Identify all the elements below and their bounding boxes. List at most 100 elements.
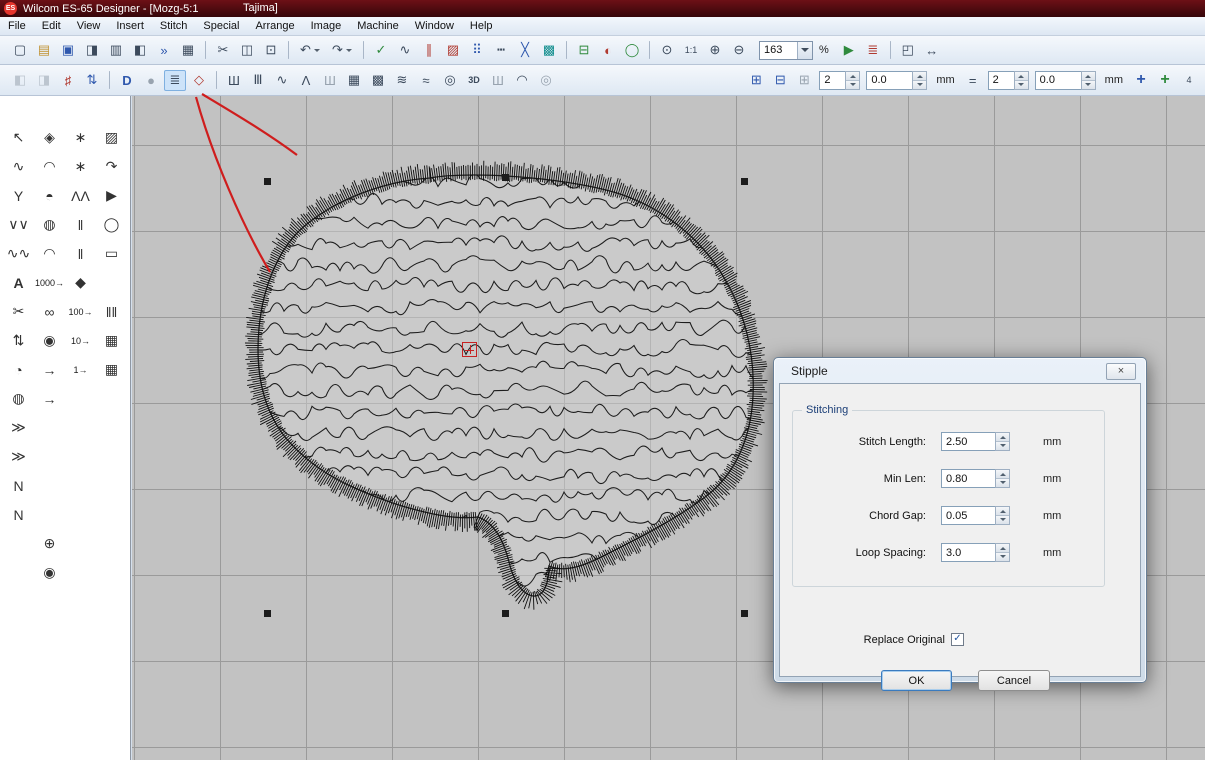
spin-down-button[interactable] [1082,81,1095,89]
flag-tool[interactable]: ▶ [96,181,127,210]
pan-tool-icon[interactable]: + [1130,70,1152,91]
next-object-icon[interactable]: ◨ [33,70,55,91]
measure-icon[interactable]: ↔ [921,40,943,61]
cancel-button[interactable]: Cancel [978,670,1050,691]
zipper-a-tool[interactable]: ≫ [3,413,34,442]
spin-up-button[interactable] [846,72,859,81]
resequence-icon[interactable]: ⇅ [81,70,103,91]
red-arrow-tool[interactable]: → [34,384,65,413]
dialog-titlebar[interactable]: Stipple × [774,358,1146,383]
grid-spacing-value[interactable]: 2 [819,71,845,90]
menu-item[interactable]: Arrange [247,17,302,36]
fill-stitch-icon[interactable]: ▨ [442,40,464,61]
cross-stitch-icon[interactable]: ╳ [514,40,536,61]
zoom-out-icon[interactable]: ⊖ [728,40,750,61]
pair-tool[interactable]: ∞ [34,297,65,326]
selection-handle[interactable] [741,178,748,185]
hoop-icon[interactable]: ◯ [621,40,643,61]
select-tool[interactable]: ↖ [3,123,34,152]
offset-icon[interactable]: = [962,70,984,91]
open-zigzag-tool[interactable]: ∨∨ [3,210,34,239]
ring-effect-icon[interactable]: ◎ [535,70,557,91]
menu-item[interactable]: File [0,17,34,36]
paste-icon[interactable]: ⊡ [260,40,282,61]
menu-item[interactable]: View [69,17,109,36]
guides-icon[interactable]: ⊞ [793,70,815,91]
zigzag-tool[interactable]: ΛΛ [65,181,96,210]
menu-item[interactable]: Edit [34,17,69,36]
spin-down-button[interactable] [996,442,1009,450]
design-playback-icon[interactable]: ▶ [838,40,860,61]
selection-handle[interactable] [264,178,271,185]
column-b-tool[interactable]: ‖ [65,239,96,268]
stitch-length-value[interactable]: 2.50 [941,432,995,451]
outline-stitch-icon[interactable]: ┅ [490,40,512,61]
rectangle-tool[interactable]: ▭ [96,239,127,268]
satin-stitch-icon[interactable]: ∥ [418,40,440,61]
zigzag-effect-icon[interactable]: Λ [295,70,317,91]
card-reader-icon[interactable]: ▦ [177,40,199,61]
ellipse-tool[interactable]: ◯ [96,210,127,239]
drawing-mode-icon[interactable]: D [116,70,138,91]
spin-down-button[interactable] [1015,81,1028,89]
dome-tool[interactable]: ◠ [34,152,65,181]
menu-item[interactable]: Insert [108,17,152,36]
save-icon[interactable]: ▣ [57,40,79,61]
selection-handle[interactable] [264,610,271,617]
spin-down-button[interactable] [996,516,1009,524]
fan-tool[interactable]: ◔ [3,355,34,384]
selection-handle[interactable] [502,610,509,617]
selection-handle[interactable] [502,174,509,181]
node-line-red-tool[interactable]: N [3,500,34,529]
send-to-machine-icon[interactable]: » [153,40,175,61]
trim-tool[interactable]: ◆ [65,268,96,297]
spin-up-button[interactable] [996,507,1009,516]
grid-snap-icon[interactable]: ⊟ [769,70,791,91]
zoom-icon[interactable]: ⊙ [656,40,678,61]
replace-original-checkbox[interactable]: ✓ [951,633,964,646]
e-stitch-icon[interactable]: Ш [319,70,341,91]
zipper-b-tool[interactable]: ≫ [3,442,34,471]
arc-tool[interactable]: ↷ [96,152,127,181]
stipple-run-icon[interactable]: ≣ [164,70,186,91]
select-check-icon[interactable]: ✓ [370,40,392,61]
ok-button[interactable]: OK [881,670,952,691]
column-a-tool[interactable]: ‖ [65,210,96,239]
preset-1[interactable]: 1→ [65,355,96,384]
wave-effect-icon[interactable]: ∿ [271,70,293,91]
secondary-spacing-value[interactable]: 2 [988,71,1014,90]
ball-tool[interactable]: ◓ [34,181,65,210]
hatch-tool[interactable]: ▨ [96,123,127,152]
target-blue-tool[interactable]: ◉ [34,558,65,587]
grid-b-tool[interactable]: ▦ [96,355,127,384]
freehand-tool[interactable]: ∿ [3,152,34,181]
reshape-tool[interactable]: ◈ [34,123,65,152]
color-film-icon[interactable]: ⊟ [573,40,595,61]
thread-colors-icon[interactable]: ◐ [597,40,619,61]
tatami-icon[interactable]: ▦ [343,70,365,91]
new-icon[interactable]: ▢ [9,40,31,61]
menu-item[interactable]: Special [195,17,247,36]
menu-item[interactable]: Machine [349,17,407,36]
redo-icon[interactable]: ↷ [327,40,357,61]
spiral-icon[interactable]: ◎ [439,70,461,91]
program-split-icon[interactable]: ▩ [367,70,389,91]
motif-fill-icon[interactable]: ⠿ [466,40,488,61]
dash-arrow-tool[interactable]: → [34,355,65,384]
branch-tool[interactable]: Y [3,181,34,210]
zoom-dropdown-button[interactable] [797,42,812,59]
spin-up-button[interactable] [1015,72,1028,81]
spin-down-button[interactable] [996,553,1009,561]
globe-tool[interactable]: ◍ [34,210,65,239]
selection-handle[interactable] [741,610,748,617]
spin-up-button[interactable] [1082,72,1095,81]
fur-effect-icon[interactable]: Ш [487,70,509,91]
spin-up-button[interactable] [996,433,1009,442]
column-pair-tool[interactable]: ‖‖ [96,297,127,326]
menu-item[interactable]: Image [303,17,350,36]
menu-item[interactable]: Window [407,17,462,36]
grid-offset-value[interactable]: 0.0 [866,71,912,90]
secondary-offset-value[interactable]: 0.0 [1035,71,1081,90]
grid-show-icon[interactable]: ⊞ [745,70,767,91]
cut-icon[interactable]: ✂ [212,40,234,61]
